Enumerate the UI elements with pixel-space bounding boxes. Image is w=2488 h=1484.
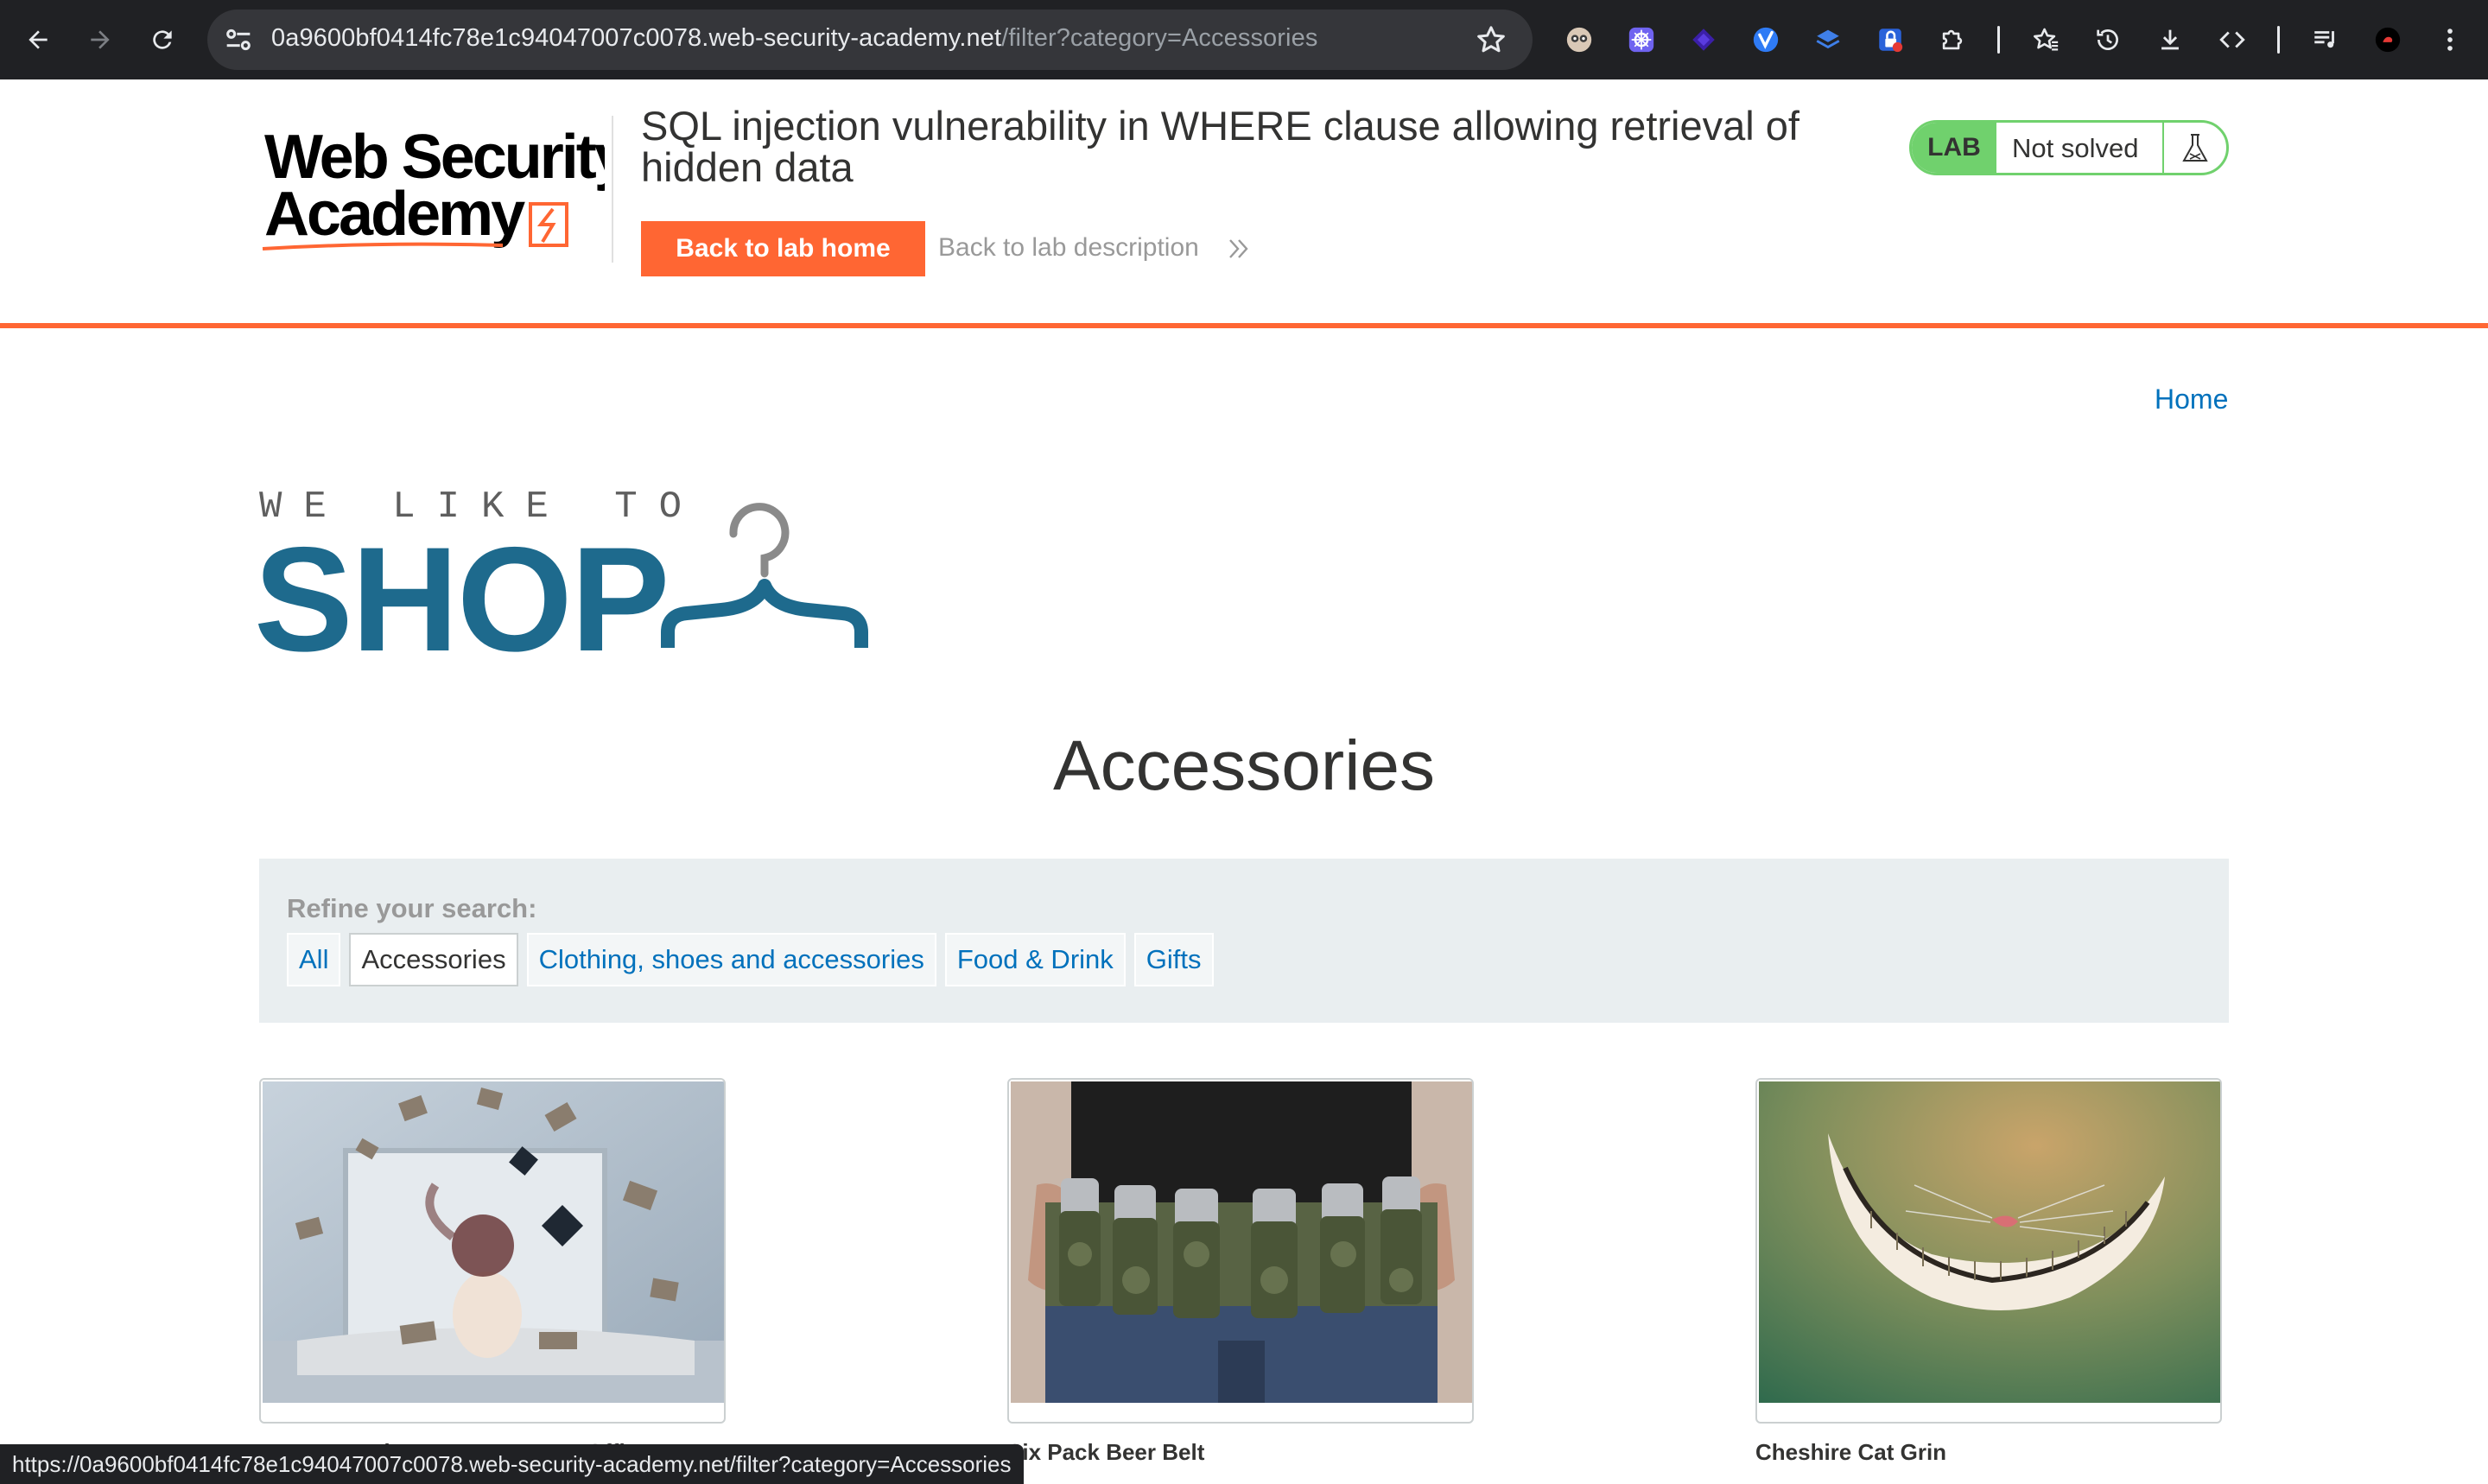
bookmark-star-icon[interactable] bbox=[1474, 22, 1508, 57]
filter-all[interactable]: All bbox=[287, 933, 341, 986]
lab-header: Web Security Academy SQL injection vulne… bbox=[0, 79, 2488, 328]
url-path: /filter?category=Accessories bbox=[1001, 24, 1318, 52]
back-to-lab-home-button[interactable]: Back to lab home bbox=[641, 221, 925, 276]
toolbar-separator bbox=[2277, 26, 2280, 54]
browser-toolbar: 0a9600bf0414fc78e1c94047007c0078.web-sec… bbox=[0, 0, 2488, 79]
back-to-lab-description-link[interactable]: Back to lab description bbox=[938, 233, 1199, 263]
reload-icon[interactable] bbox=[142, 19, 183, 60]
logo-line-2: Academy bbox=[264, 180, 525, 249]
product-name: Six Pack Beer Belt bbox=[1007, 1439, 1205, 1465]
lab-status-text: Not solved bbox=[2012, 133, 2139, 163]
media-icon[interactable] bbox=[2308, 22, 2343, 57]
product-image-cheshire-cat[interactable] bbox=[1755, 1078, 2222, 1424]
history-icon[interactable] bbox=[2091, 22, 2125, 57]
sandbox-icon[interactable] bbox=[1562, 22, 1596, 57]
filter-list: All Accessories Clothing, shoes and acce… bbox=[287, 933, 1214, 986]
product-image-beer-belt[interactable] bbox=[1007, 1078, 1474, 1424]
lab-tag: LAB bbox=[1912, 123, 1996, 173]
v-icon[interactable] bbox=[1749, 22, 1783, 57]
filter-food-drink[interactable]: Food & Drink bbox=[944, 933, 1126, 986]
product-name: Cheshire Cat Grin bbox=[1755, 1439, 1947, 1465]
profile-icon[interactable] bbox=[2371, 22, 2405, 57]
stack-icon[interactable] bbox=[1811, 22, 1845, 57]
filter-accessories[interactable]: Accessories bbox=[349, 933, 518, 986]
shield-icon[interactable] bbox=[1686, 22, 1721, 57]
hub-icon[interactable] bbox=[1624, 22, 1659, 57]
filter-clothing-shoes-accessories[interactable]: Clothing, shoes and accessories bbox=[526, 933, 936, 986]
product-image-bed[interactable] bbox=[259, 1078, 726, 1424]
site-info-icon[interactable] bbox=[221, 22, 256, 57]
lab-title: SQL injection vulnerability in WHERE cla… bbox=[641, 103, 1799, 190]
header-divider bbox=[612, 116, 613, 263]
toolbar-separator bbox=[1997, 26, 2000, 54]
download-icon[interactable] bbox=[2153, 22, 2187, 57]
category-title: Accessories bbox=[1052, 726, 1436, 805]
filter-gifts[interactable]: Gifts bbox=[1133, 933, 1214, 986]
web-security-academy-logo[interactable]: Web Security Academy bbox=[259, 112, 605, 268]
shop-logo[interactable]: WE LIKE TO SHOP bbox=[254, 480, 881, 674]
lab-status-widget: LAB Not solved bbox=[1909, 120, 2229, 175]
filter-panel: Refine your search: All Accessories Clot… bbox=[259, 859, 2229, 1023]
favorites-icon[interactable] bbox=[2028, 22, 2063, 57]
link-status-bubble: https://0a9600bf0414fc78e1c94047007c0078… bbox=[0, 1444, 1024, 1484]
back-icon[interactable] bbox=[17, 19, 59, 60]
puzzle-icon[interactable] bbox=[1935, 22, 1970, 57]
menu-icon[interactable] bbox=[2433, 22, 2467, 57]
devtools-icon[interactable] bbox=[2215, 22, 2250, 57]
double-chevron-right-icon bbox=[1229, 239, 1248, 258]
product-grid: ZZZZZZ Bed - Your New Home Office bbox=[259, 1078, 2229, 1484]
lock-icon[interactable] bbox=[1873, 22, 1907, 57]
flask-icon bbox=[2182, 134, 2208, 162]
clothes-hanger-icon bbox=[661, 503, 868, 648]
status-divider bbox=[2162, 123, 2164, 173]
forward-icon[interactable] bbox=[79, 19, 121, 60]
url-host: 0a9600bf0414fc78e1c94047007c0078.web-sec… bbox=[271, 24, 1002, 52]
url-text[interactable]: 0a9600bf0414fc78e1c94047007c0078.web-sec… bbox=[271, 24, 1317, 53]
home-link[interactable]: Home bbox=[2155, 384, 2228, 415]
shop-logo-word: SHOP bbox=[254, 517, 670, 682]
refine-search-label: Refine your search: bbox=[287, 893, 537, 923]
